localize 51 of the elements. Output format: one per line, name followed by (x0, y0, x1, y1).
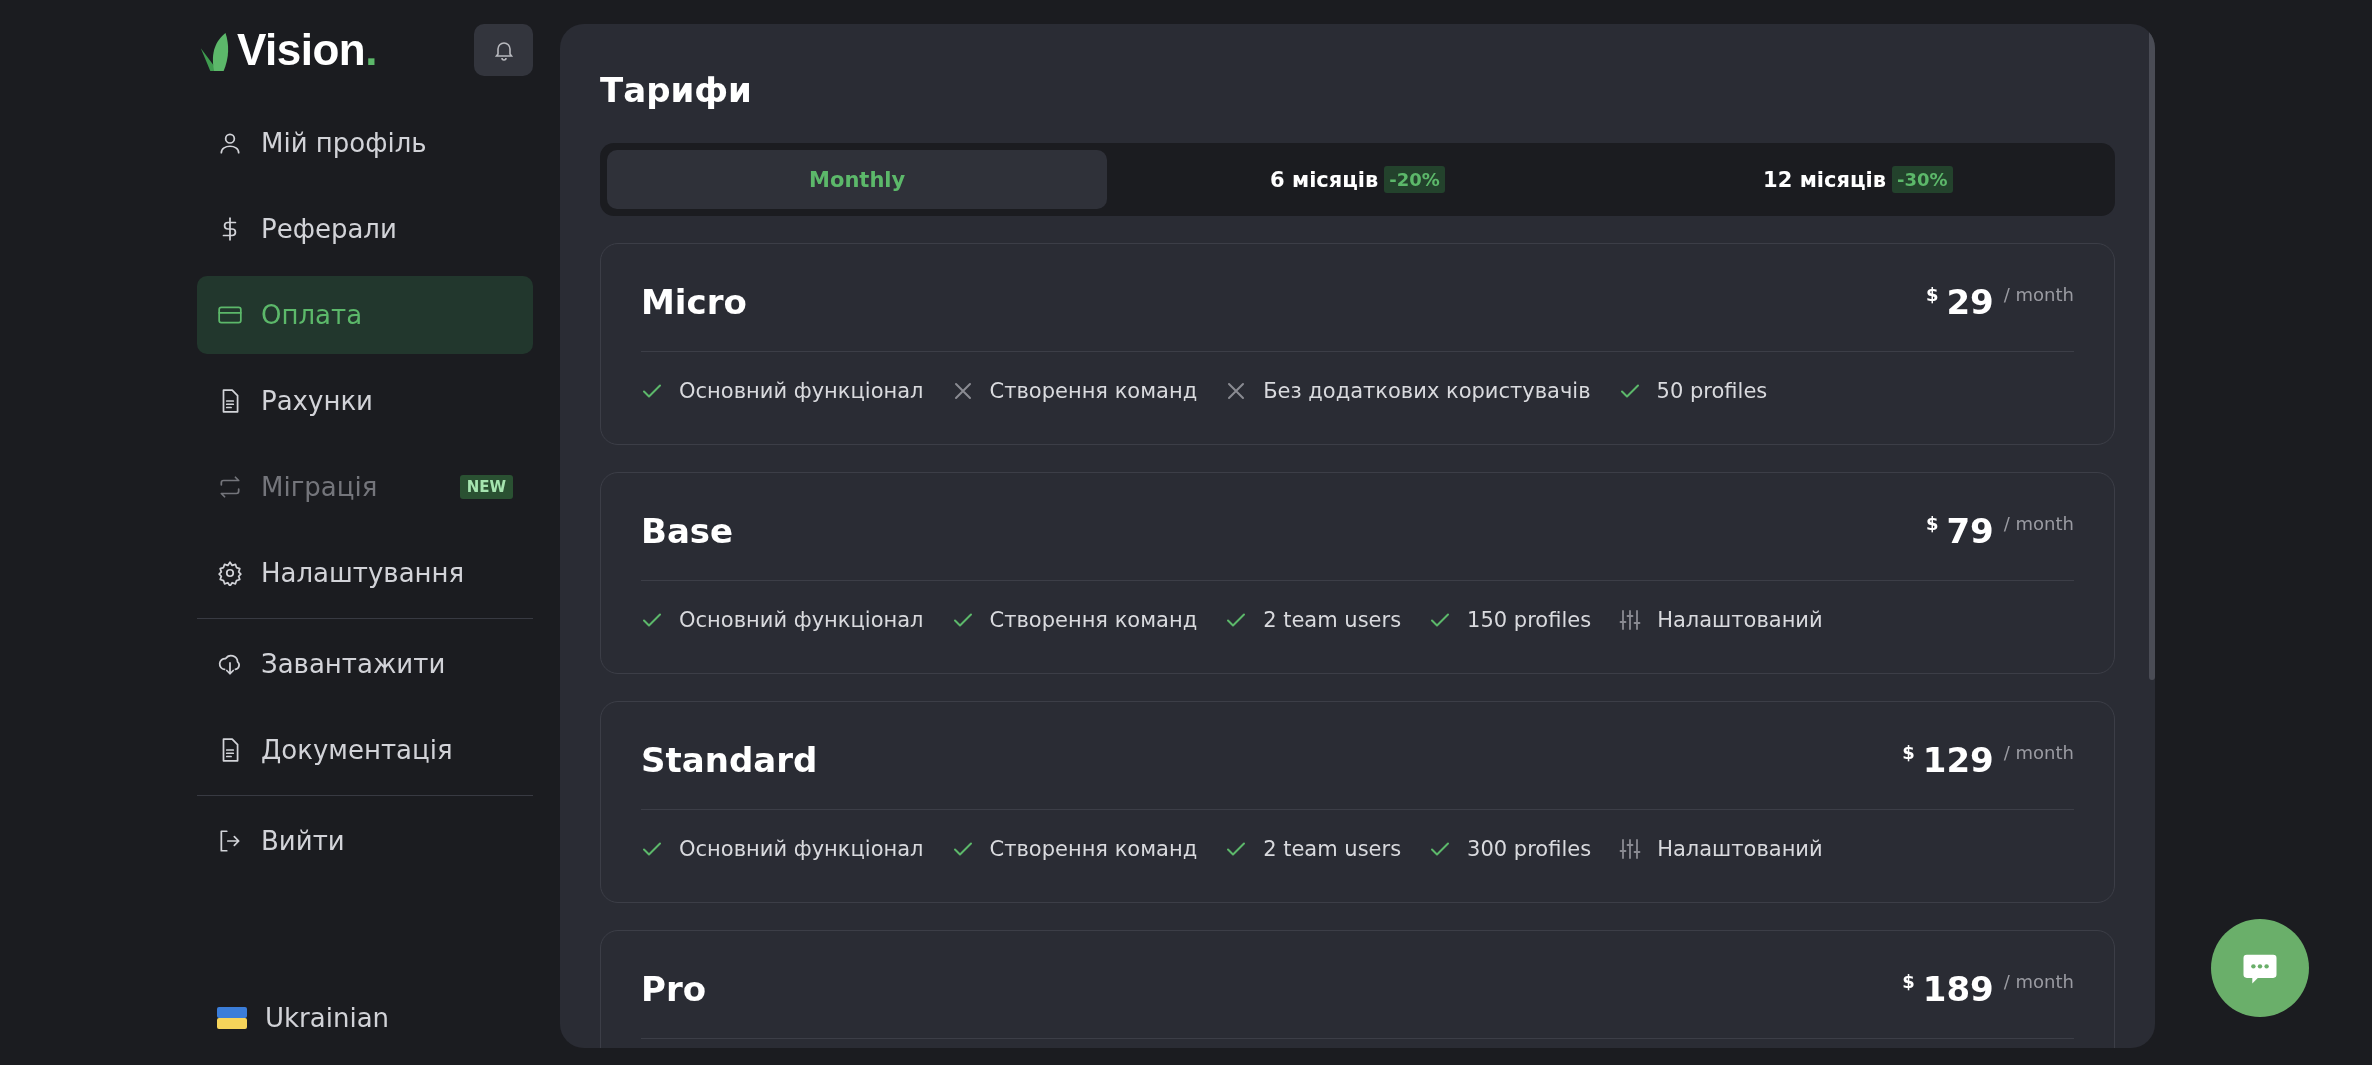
currency-symbol: $ (1925, 513, 1939, 534)
period-tab[interactable]: 12 місяців -30% (1607, 150, 2108, 209)
swap-arrows-icon (217, 474, 243, 500)
plan-name: Standard (641, 740, 818, 781)
price-period: / month (2003, 284, 2074, 305)
plan-price: 189 (1922, 969, 1994, 1010)
logout-button[interactable]: Вийти (197, 802, 533, 880)
feature-text: Налаштований (1657, 608, 1823, 632)
feature-text: Створення команд (989, 837, 1198, 861)
feature-text: Основний функціонал (679, 379, 924, 403)
language-selector[interactable]: Ukrainian (197, 993, 533, 1043)
feature-text: 50 profiles (1656, 379, 1768, 403)
price-period: / month (2003, 513, 2074, 534)
feature-text: 2 team users (1263, 837, 1402, 861)
feature-text: 2 team users (1263, 608, 1402, 632)
plan-name: Micro (641, 282, 747, 323)
plan-name: Base (641, 511, 734, 552)
feature-text: Створення команд (989, 379, 1198, 403)
feature-text: 300 profiles (1467, 837, 1592, 861)
sliders-icon (1619, 838, 1642, 860)
nav-item[interactable]: Документація (197, 711, 533, 789)
plan-name: Pro (641, 969, 707, 1010)
period-tab[interactable]: Monthly (607, 150, 1108, 209)
feature-text: 150 profiles (1467, 608, 1592, 632)
sliders-icon (1619, 609, 1642, 631)
notifications-button[interactable] (474, 24, 533, 76)
plan-price: 79 (1946, 511, 1994, 552)
logo-text: Vision. (237, 28, 377, 72)
nav-item[interactable]: Завантажити (197, 625, 533, 703)
currency-symbol: $ (1925, 284, 1939, 305)
feature-text: Без додаткових користувачів (1263, 379, 1591, 403)
flag-icon (217, 1007, 247, 1029)
nav-item[interactable]: Реферали (197, 190, 533, 268)
settings-icon (217, 560, 243, 586)
new-badge: NEW (459, 475, 513, 499)
period-tab[interactable]: 6 місяців -20% (1107, 150, 1608, 209)
feature-text: Створення команд (989, 608, 1198, 632)
feature-text: Основний функціонал (679, 608, 924, 632)
feature-text: Основний функціонал (679, 837, 924, 861)
nav-item[interactable]: Мій профіль (197, 104, 533, 182)
nav-item[interactable]: Оплата (197, 276, 533, 354)
nav-item[interactable]: Налаштування (197, 534, 533, 612)
price-period: / month (2003, 971, 2074, 992)
feature-text: Налаштований (1657, 837, 1823, 861)
plan-price: 29 (1946, 282, 1994, 323)
price-period: / month (2003, 742, 2074, 763)
nav-item[interactable]: Рахунки (197, 362, 533, 440)
page-title: Тарифи (600, 69, 753, 112)
currency-symbol: $ (1902, 742, 1915, 763)
currency-symbol: $ (1902, 971, 1915, 992)
plan-price: 129 (1922, 740, 1994, 781)
